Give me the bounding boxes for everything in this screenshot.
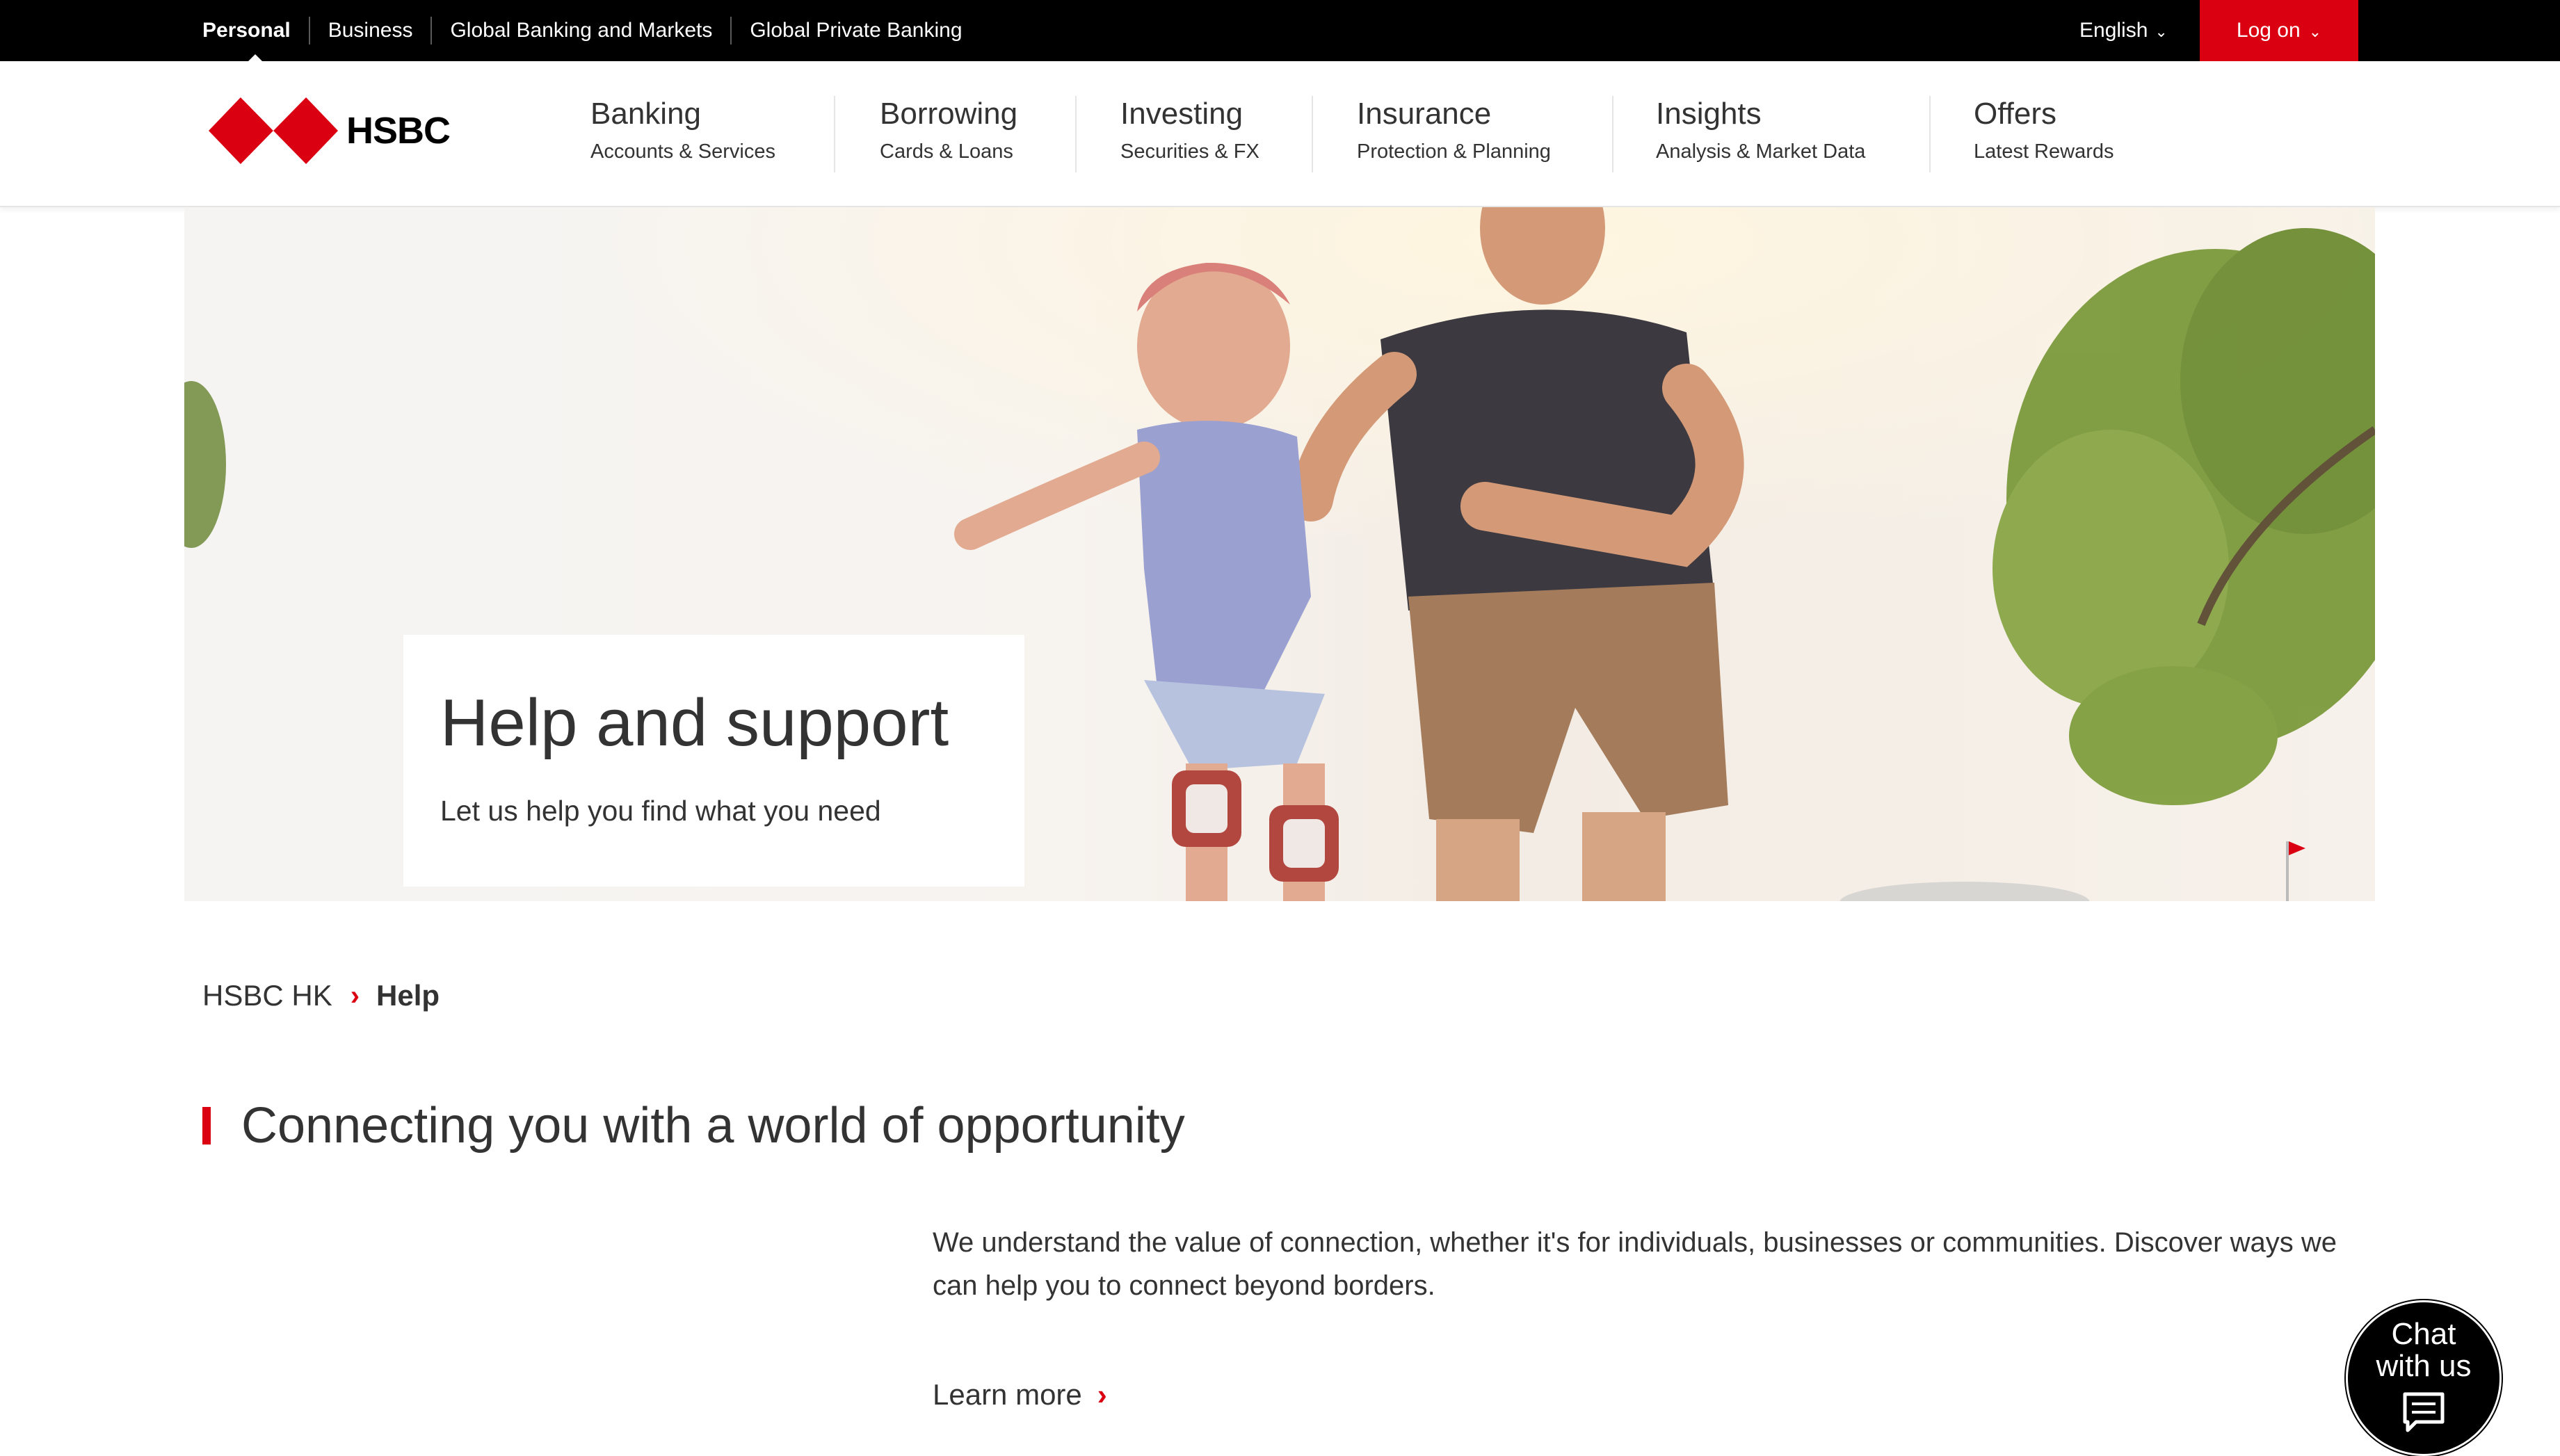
nav-item-subtitle: Analysis & Market Data xyxy=(1656,140,1866,163)
logon-label: Log on xyxy=(2236,19,2301,42)
language-label: English xyxy=(2079,19,2148,42)
breadcrumb-current: Help xyxy=(376,979,440,1012)
section-title: Connecting you with a world of opportuni… xyxy=(241,1098,1185,1154)
chevron-right-icon: › xyxy=(350,980,360,1011)
learn-more-link[interactable]: Learn more › xyxy=(933,1378,1107,1411)
top-utility-bar: Personal Business Global Banking and Mar… xyxy=(0,0,2560,61)
nav-item-title: Banking xyxy=(590,97,702,131)
nav-item-subtitle: Latest Rewards xyxy=(1974,140,2114,163)
brand-wordmark: HSBC xyxy=(346,110,451,152)
hsbc-logo[interactable]: HSBC xyxy=(209,96,451,165)
nav-item-title: Insights xyxy=(1656,97,1762,131)
main-navigation: HSBC Banking Accounts & Services Borrowi… xyxy=(0,61,2560,207)
hsbc-hexagon-icon xyxy=(209,97,338,164)
section-heading: Connecting you with a world of opportuni… xyxy=(202,1097,1185,1154)
nav-item-title: Borrowing xyxy=(880,97,1018,131)
heading-accent-bar xyxy=(202,1107,211,1144)
chevron-down-icon: ⌄ xyxy=(2308,23,2322,40)
section-body-text: We understand the value of connection, w… xyxy=(933,1227,2337,1301)
nav-item-banking[interactable]: Banking Accounts & Services xyxy=(590,95,775,163)
nav-item-subtitle: Accounts & Services xyxy=(590,140,775,163)
language-selector[interactable]: English ⌄ xyxy=(2079,0,2168,61)
chevron-down-icon: ⌄ xyxy=(2155,23,2168,40)
hero-card: Help and support Let us help you find wh… xyxy=(403,635,1024,887)
nav-item-investing[interactable]: Investing Securities & FX xyxy=(1120,95,1259,163)
nav-item-insights[interactable]: Insights Analysis & Market Data xyxy=(1656,95,1865,163)
logon-button[interactable]: Log on ⌄ xyxy=(2200,0,2358,61)
segment-business[interactable]: Business xyxy=(308,17,431,45)
chat-with-us-button[interactable]: Chat with us xyxy=(2346,1300,2502,1456)
segment-personal[interactable]: Personal xyxy=(202,17,309,61)
nav-divider xyxy=(1312,96,1313,172)
hero-banner: Help and support Let us help you find wh… xyxy=(184,207,2375,901)
segment-switcher: Personal Business Global Banking and Mar… xyxy=(202,0,981,61)
nav-divider xyxy=(1929,96,1931,172)
breadcrumb-home-link[interactable]: HSBC HK xyxy=(202,979,332,1012)
nav-item-title: Insurance xyxy=(1357,97,1492,131)
segment-global-banking-markets[interactable]: Global Banking and Markets xyxy=(430,17,730,45)
chat-label-line1: Chat xyxy=(2391,1317,2456,1351)
nav-item-subtitle: Securities & FX xyxy=(1120,140,1259,163)
nav-item-subtitle: Cards & Loans xyxy=(880,140,1013,163)
nav-item-title: Offers xyxy=(1974,97,2057,131)
chat-label-line2: with us xyxy=(2376,1349,2472,1383)
nav-item-borrowing[interactable]: Borrowing Cards & Loans xyxy=(880,95,1017,163)
segment-global-private-banking[interactable]: Global Private Banking xyxy=(730,17,980,45)
nav-item-insurance[interactable]: Insurance Protection & Planning xyxy=(1357,95,1551,163)
hero-title: Help and support xyxy=(440,686,949,760)
nav-divider xyxy=(1075,96,1077,172)
chat-bubble-icon xyxy=(2403,1392,2445,1432)
learn-more-label: Learn more xyxy=(933,1378,1082,1411)
nav-item-subtitle: Protection & Planning xyxy=(1357,140,1551,163)
nav-divider xyxy=(834,96,835,172)
chevron-right-icon: › xyxy=(1097,1378,1107,1411)
hero-subtitle: Let us help you find what you need xyxy=(440,795,881,827)
nav-item-title: Investing xyxy=(1120,97,1243,131)
nav-divider xyxy=(1612,96,1613,172)
nav-item-offers[interactable]: Offers Latest Rewards xyxy=(1974,95,2114,163)
breadcrumb: HSBC HK › Help xyxy=(202,979,440,1012)
